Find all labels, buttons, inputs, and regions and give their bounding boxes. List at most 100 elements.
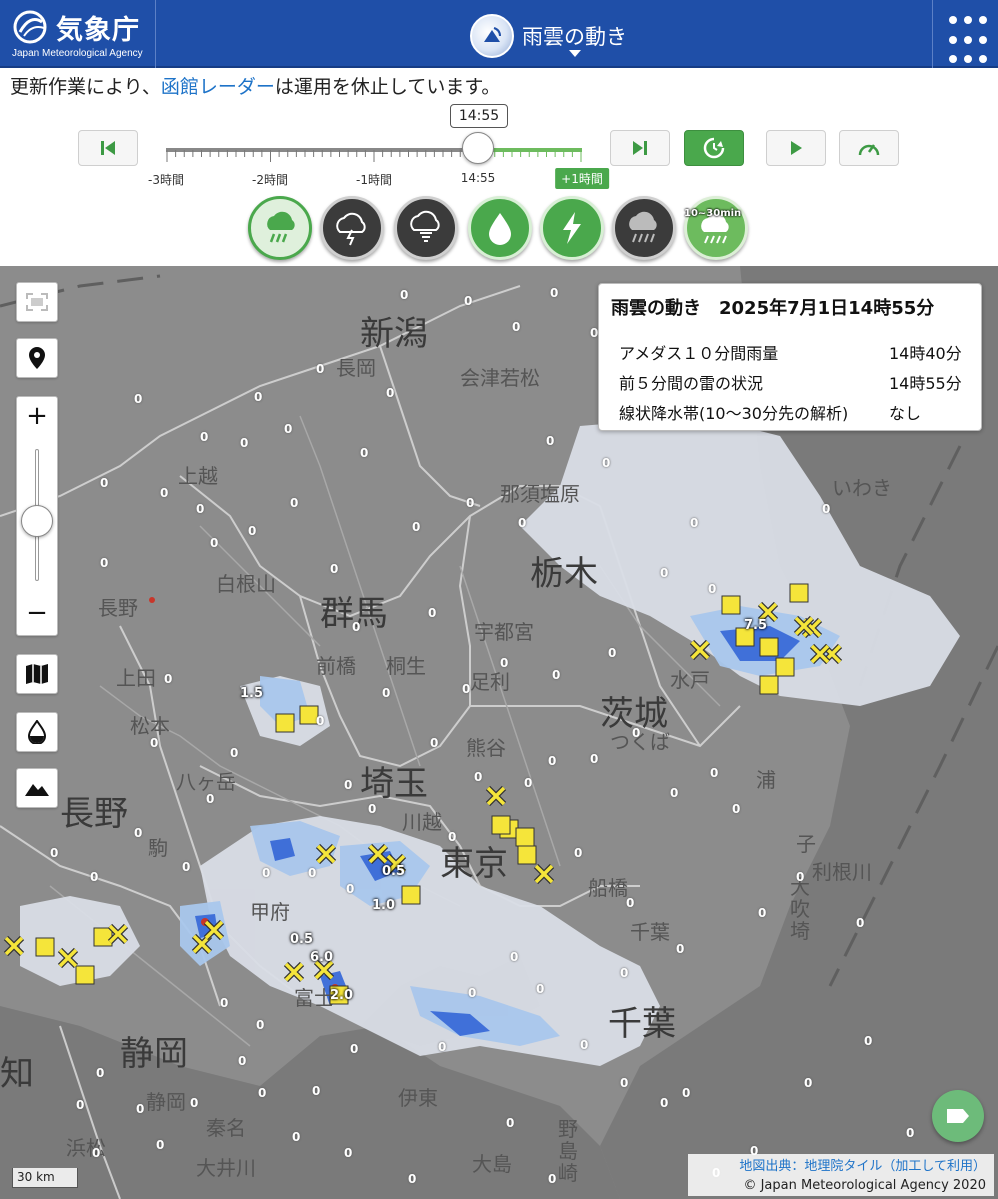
layer-rain-amount-button[interactable]: [468, 196, 532, 260]
rain-value-label: 1.5: [240, 686, 264, 701]
amedas-zero-reading: 0: [136, 1102, 145, 1116]
zoom-slider-thumb[interactable]: [21, 505, 53, 537]
amedas-zero-reading: 0: [100, 556, 109, 570]
amedas-zero-reading: 0: [284, 422, 293, 436]
rain-value-label: 7.5: [744, 618, 768, 633]
amedas-zero-reading: 0: [710, 766, 719, 780]
rain-value-label: 6.0: [310, 950, 334, 965]
map-label-city: 浦: [756, 768, 776, 792]
skip-to-start-button[interactable]: [78, 130, 138, 166]
layer-linear-rainband-forecast-button[interactable]: [684, 196, 748, 260]
amedas-zero-reading: 0: [708, 582, 717, 596]
radar-icon: [470, 14, 514, 58]
map-icon: [26, 664, 48, 684]
grid-menu-button[interactable]: [932, 0, 998, 68]
info-row-label: 前５分間の雷の状況: [619, 374, 764, 393]
lightning-cross-marker: [810, 644, 830, 664]
layer-rain-cloud-button[interactable]: [248, 196, 312, 260]
rain-value-label: 1.0: [372, 898, 396, 913]
amedas-zero-reading: 0: [344, 778, 353, 792]
map-label-city: 野島崎: [558, 1117, 578, 1185]
skip-to-end-button[interactable]: [610, 130, 670, 166]
notice-prefix: 更新作業により、: [10, 76, 161, 98]
amedas-zero-reading: 0: [412, 520, 421, 534]
amedas-zero-reading: 0: [430, 736, 439, 750]
tag-icon: [947, 1109, 969, 1123]
water-drop-icon: [489, 213, 511, 245]
info-row-label: 線状降水帯(10〜30分先の解析): [619, 404, 849, 423]
amedas-zero-reading: 0: [676, 942, 685, 956]
amedas-zero-reading: 0: [312, 1084, 321, 1098]
amedas-zero-reading: 0: [804, 1076, 813, 1090]
amedas-zero-reading: 0: [574, 846, 583, 860]
jma-logo-icon: [13, 10, 47, 44]
map-attribution: 地図出典：地理院タイル（加工して利用） © Japan Meteorologic…: [688, 1154, 994, 1196]
amedas-zero-reading: 0: [660, 1096, 669, 1110]
precipitation-legend-button[interactable]: [16, 712, 58, 752]
amedas-zero-reading: 0: [682, 1086, 691, 1100]
terrain-button[interactable]: [16, 768, 58, 808]
speed-button[interactable]: [839, 130, 899, 166]
mountain-icon: [25, 784, 49, 796]
tick-label: -3時間: [148, 173, 184, 187]
zoom-out-button[interactable]: −: [17, 595, 57, 635]
lightning-square-marker: [275, 713, 295, 733]
chevron-down-icon[interactable]: [569, 50, 581, 57]
lightning-square-marker: [517, 845, 537, 865]
layer-linear-rainband-button[interactable]: [612, 196, 676, 260]
hakodate-radar-link[interactable]: 函館レーダー: [161, 76, 275, 98]
page-title: 雨雲の動き: [522, 25, 627, 49]
map-label-city: 富士: [294, 986, 334, 1010]
amedas-zero-reading: 0: [822, 502, 831, 516]
page-title-selector[interactable]: 雨雲の動き: [470, 14, 627, 58]
amedas-zero-reading: 0: [308, 866, 317, 880]
radar-map[interactable]: 新潟 群馬 栃木 茨城 埼玉 長野 東京 千葉 静岡 知 長岡 会津若松 上越 …: [0, 266, 998, 1199]
lightning-square-marker: [759, 675, 779, 695]
map-label-city: 大島: [472, 1152, 512, 1176]
map-label-prefecture: 知: [0, 1054, 34, 1094]
lightning-square-marker: [721, 595, 741, 615]
layer-thunder-button[interactable]: [320, 196, 384, 260]
lightning-square-marker: [515, 827, 535, 847]
info-row-value: 14時40分: [889, 344, 962, 363]
thunder-cloud-icon: [336, 212, 366, 246]
info-row-value: 14時55分: [889, 374, 962, 393]
map-label-city: 那須塩原: [500, 482, 580, 506]
fullscreen-button[interactable]: [16, 282, 58, 322]
amedas-zero-reading: 0: [96, 1066, 105, 1080]
map-label-city: 千葉: [630, 920, 670, 944]
map-style-button[interactable]: [16, 654, 58, 694]
amedas-zero-reading: 0: [190, 1096, 199, 1110]
map-label-city: 八ヶ岳: [176, 770, 236, 794]
amedas-zero-reading: 0: [386, 386, 395, 400]
time-slider-thumb[interactable]: [462, 132, 494, 164]
amedas-zero-reading: 0: [182, 860, 191, 874]
amedas-zero-reading: 0: [164, 672, 173, 686]
layer-lightning-button[interactable]: [540, 196, 604, 260]
zoom-in-button[interactable]: +: [17, 397, 57, 437]
linear-rainband-icon: [629, 211, 657, 243]
lightning-square-marker: [491, 815, 511, 835]
map-label-city: 静岡: [146, 1090, 186, 1114]
map-label-city: 松本: [130, 714, 170, 738]
lightning-square-marker: [401, 885, 421, 905]
amedas-zero-reading: 0: [602, 456, 611, 470]
layer-tornado-button[interactable]: [394, 196, 458, 260]
lightning-square-marker: [75, 965, 95, 985]
jma-logo[interactable]: 気象庁 Japan Meteorological Agency: [0, 0, 156, 68]
rain-value-label: 2.0: [330, 988, 354, 1003]
amedas-zero-reading: 0: [262, 866, 271, 880]
location-button[interactable]: [16, 338, 58, 378]
amedas-zero-reading: 0: [344, 1146, 353, 1160]
map-label-city: 長野: [98, 596, 138, 620]
map-label-city: いわき: [832, 476, 892, 500]
tick-label: -1時間: [356, 173, 392, 187]
attribution-link[interactable]: 地図出典：地理院タイル（加工して利用）: [688, 1157, 986, 1176]
lightning-cross-marker: [204, 920, 224, 940]
lightning-cross-marker: [4, 936, 24, 956]
latest-button[interactable]: [684, 130, 744, 166]
lightning-cross-marker: [486, 786, 506, 806]
label-toggle-button[interactable]: [932, 1090, 984, 1142]
map-label-city: 船橋: [588, 876, 628, 900]
play-button[interactable]: [766, 130, 826, 166]
